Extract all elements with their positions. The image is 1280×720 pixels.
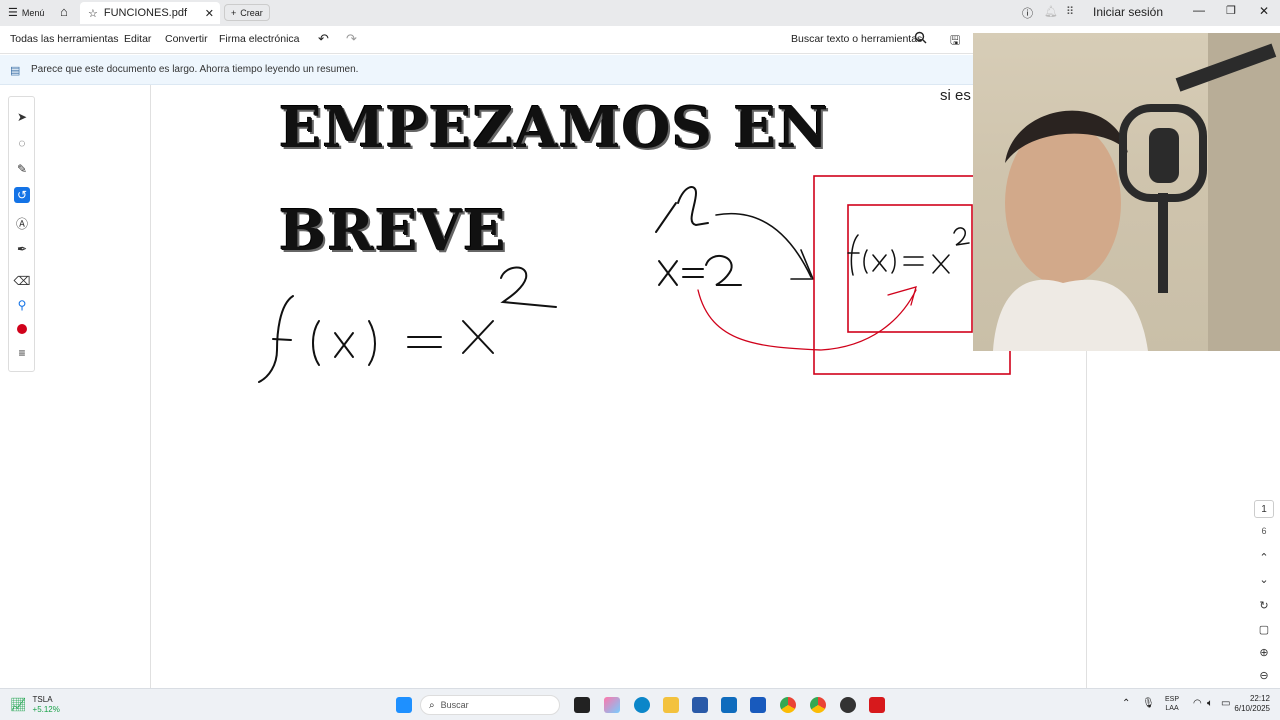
home-icon[interactable]: ⌂	[60, 4, 68, 19]
left-tool-rail: ➤ ◌ ✎ ↺ Ⓐ ✒ ⌫ ⚲ ≡	[8, 96, 35, 372]
stock-widget[interactable]: 📈︎ TSLA +5.12%	[10, 695, 60, 715]
lang-line-1: ESP	[1165, 696, 1180, 703]
rotate-icon[interactable]: ↻	[1254, 596, 1274, 614]
microphone-icon[interactable]: 🎙︎	[1142, 698, 1155, 709]
ink-red-curve	[697, 286, 917, 351]
search-icon[interactable]	[914, 31, 927, 47]
close-tab-icon[interactable]: ✕	[205, 7, 214, 20]
signature-icon[interactable]: ✒	[14, 241, 30, 257]
help-icon[interactable]: ⓘ	[1022, 5, 1033, 21]
ink-formula-large	[258, 266, 557, 383]
red-inner-box	[847, 204, 973, 333]
esign-button[interactable]: Firma electrónica	[219, 33, 300, 45]
store-icon[interactable]	[692, 697, 708, 713]
apps-grid-icon[interactable]: ⠿	[1066, 5, 1074, 18]
search-tools-label[interactable]: Buscar texto o herramientas	[791, 33, 922, 45]
file-explorer-icon[interactable]	[663, 697, 679, 713]
star-icon[interactable]: ☆	[88, 7, 98, 20]
stock-change: +5.12%	[32, 705, 60, 714]
bell-icon[interactable]: 🔔︎	[1044, 5, 1058, 18]
outlook-icon[interactable]	[721, 697, 737, 713]
chrome-icon[interactable]	[780, 697, 796, 713]
ink-formula-small	[847, 227, 970, 276]
stock-symbol: TSLA	[32, 695, 53, 704]
signin-button[interactable]: Iniciar sesión	[1093, 5, 1163, 19]
taskbar: 📈︎ TSLA +5.12% ⌕ Buscar ⌃ 🎙︎ ESP LAA ◠ 🔈…	[0, 688, 1280, 720]
battery-icon[interactable]: ▭	[1221, 698, 1230, 709]
copilot-icon[interactable]	[604, 697, 620, 713]
summary-icon: ▤	[10, 65, 21, 77]
chrome-profile-icon[interactable]	[810, 697, 826, 713]
obs-icon[interactable]	[840, 697, 856, 713]
hamburger-icon: ☰	[8, 7, 18, 19]
tab-bar: ☰ Menú ⌂ ☆ FUNCIONES.pdf ✕ + Crear ⓘ 🔔︎ …	[0, 0, 1280, 26]
task-view-icon[interactable]	[574, 697, 590, 713]
tab-document-label: FUNCIONES.pdf	[103, 7, 188, 19]
zoom-in-icon[interactable]: ⊕	[1254, 643, 1274, 661]
edit-button[interactable]: Editar	[124, 33, 151, 45]
menu-button[interactable]: ☰ Menú	[8, 6, 44, 19]
menu-label: Menú	[21, 7, 45, 18]
language-indicator[interactable]: ESP LAA	[1165, 695, 1179, 713]
pencil-icon[interactable]: ✎	[14, 161, 30, 177]
select-cursor-icon[interactable]: ➤	[14, 109, 30, 125]
pin-icon[interactable]: ⚲	[14, 297, 30, 313]
current-page-field[interactable]: 1	[1254, 500, 1274, 518]
undo-icon[interactable]: ↶	[318, 31, 329, 47]
clock[interactable]: 22:12 6/10/2025	[1232, 694, 1270, 714]
eraser-icon[interactable]: ⌫	[14, 273, 31, 289]
webcam-overlay	[973, 33, 1280, 351]
webcam-figure	[993, 33, 1280, 351]
all-tools-button[interactable]: Todas las herramientas	[10, 33, 119, 45]
acrobat-icon[interactable]	[869, 697, 885, 713]
tray-chevron-icon[interactable]: ⌃	[1122, 698, 1130, 709]
save-icon[interactable]: 🖫	[950, 31, 960, 52]
minimize-icon[interactable]: —	[1193, 3, 1205, 17]
ink-annotations	[258, 175, 1011, 383]
banner-text: Parece que este documento es largo. Ahor…	[31, 64, 359, 75]
maximize-icon[interactable]: ❐	[1226, 4, 1236, 17]
taskbar-search-placeholder: Buscar	[440, 700, 469, 710]
edge-icon[interactable]	[634, 697, 650, 713]
page-down-icon[interactable]: ⌄	[1254, 570, 1274, 588]
start-icon[interactable]	[396, 697, 412, 713]
close-window-icon[interactable]: ✕	[1259, 4, 1269, 18]
pdf-page: EMPEZAMOS EN BREVE si es	[150, 85, 1087, 688]
total-pages: 6	[1261, 526, 1267, 536]
color-picker[interactable]	[14, 321, 30, 337]
word-icon[interactable]	[750, 697, 766, 713]
page-up-icon[interactable]: ⌃	[1254, 548, 1274, 566]
convert-button[interactable]: Convertir	[165, 33, 208, 45]
page-navigation: 1 6 ⌃ ⌄ ↻ ▢ ⊕ ⊖	[1252, 500, 1276, 685]
create-button[interactable]: + Crear	[224, 4, 270, 21]
text-select-icon[interactable]: Ⓐ	[14, 215, 30, 231]
comment-icon[interactable]: ◌	[14, 135, 30, 151]
lang-line-2: LAA	[1165, 705, 1179, 712]
fit-page-icon[interactable]: ▢	[1254, 620, 1274, 638]
ink-variable	[655, 186, 742, 286]
redo-icon[interactable]: ↷	[346, 31, 357, 47]
plus-icon: +	[231, 7, 237, 18]
lasso-icon[interactable]: ↺	[14, 187, 30, 203]
taskbar-search[interactable]: ⌕ Buscar	[420, 695, 560, 715]
create-label: Crear	[240, 7, 263, 18]
clock-time: 22:12	[1249, 694, 1270, 703]
stock-chart-icon: 📈︎	[10, 697, 27, 712]
tab-document[interactable]: ☆ FUNCIONES.pdf ✕	[80, 2, 220, 24]
zoom-out-icon[interactable]: ⊖	[1254, 666, 1274, 684]
clock-date: 6/10/2025	[1234, 704, 1270, 713]
search-icon: ⌕	[429, 699, 435, 711]
volume-icon[interactable]: 🔈︎	[1207, 698, 1213, 709]
red-dot-icon	[17, 324, 27, 334]
stroke-width-icon[interactable]: ≡	[14, 345, 30, 361]
wifi-icon[interactable]: ◠	[1193, 698, 1202, 709]
